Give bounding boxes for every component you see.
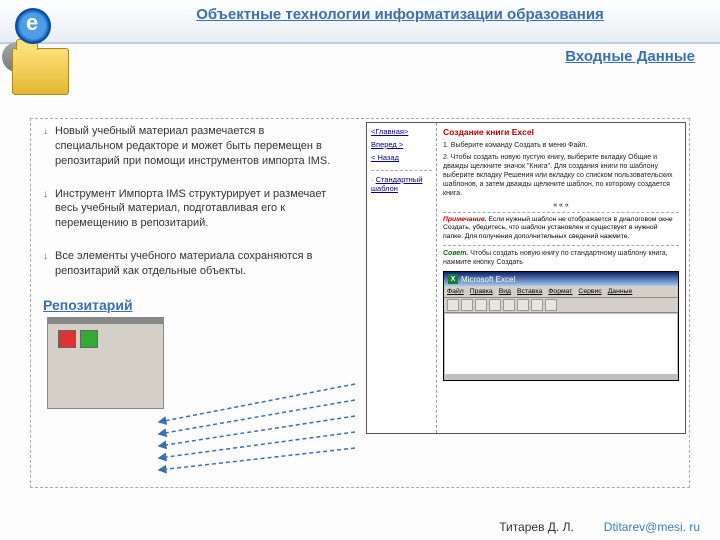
header: Объектные технологии информатизации обра… — [0, 0, 720, 44]
repo-obj-red — [58, 330, 76, 348]
tip-block: Совет. Чтобы создать новую книгу по стан… — [443, 249, 679, 267]
step-2: 2. Чтобы создать новую пустую книгу, выб… — [443, 153, 679, 198]
doc-title: Создание книги Excel — [443, 127, 679, 137]
tb-copy-icon[interactable] — [517, 299, 529, 311]
menu-format[interactable]: Формат — [548, 288, 572, 295]
menu-data[interactable]: Данные — [608, 288, 633, 295]
browser-screenshot: <Главная> Вперед > < Назад · Стандартный… — [366, 122, 686, 434]
nav-forward[interactable]: Вперед > — [371, 140, 432, 149]
excel-window: X Microsoft Excel Файл Правка Вид Вставк… — [443, 271, 679, 381]
author-name: Титарев Д. Л. — [499, 520, 574, 534]
bullet-2: Инструмент Импорта IMS структурирует и р… — [43, 187, 333, 232]
repository-heading: Репозитарий — [43, 297, 333, 313]
tb-undo-icon[interactable] — [545, 299, 557, 311]
footer: Титарев Д. Л. Dtitarev@mesi. ru — [499, 520, 700, 534]
bullet-list: Новый учебный материал размечается в спе… — [43, 124, 333, 409]
content-frame: Новый учебный материал размечается в спе… — [30, 118, 690, 488]
window-titlebar — [48, 318, 163, 324]
folder-icon — [12, 48, 69, 95]
tip-label: Совет. — [443, 250, 468, 257]
tb-new-icon[interactable] — [447, 299, 459, 311]
excel-icon: X — [448, 274, 458, 284]
excel-grid — [445, 314, 677, 374]
tb-print-icon[interactable] — [489, 299, 501, 311]
excel-menubar: Файл Правка Вид Вставка Формат Сервис Да… — [444, 286, 678, 298]
page-title: Объектные технологии информатизации обра… — [90, 6, 710, 23]
doc-body: Создание книги Excel 1. Выберите команду… — [437, 123, 685, 433]
tb-save-icon[interactable] — [475, 299, 487, 311]
bullet-1: Новый учебный материал размечается в спе… — [43, 124, 333, 169]
divider: « « « — [443, 202, 679, 209]
repository-window — [47, 317, 164, 409]
menu-view[interactable]: Вид — [499, 288, 511, 295]
excel-titlebar: X Microsoft Excel — [444, 272, 678, 286]
menu-edit[interactable]: Правка — [470, 288, 493, 295]
excel-app-name: Microsoft Excel — [461, 275, 515, 284]
note-block: Примечание. Если нужный шаблон не отобра… — [443, 212, 679, 246]
tb-paste-icon[interactable] — [531, 299, 543, 311]
menu-file[interactable]: Файл — [447, 288, 464, 295]
step-1: 1. Выберите команду Создать в меню Файл. — [443, 141, 679, 150]
tb-cut-icon[interactable] — [503, 299, 515, 311]
tb-open-icon[interactable] — [461, 299, 473, 311]
author-email: Dtitarev@mesi. ru — [604, 520, 700, 534]
page-subtitle: Входные Данные — [0, 44, 720, 65]
bullet-3: Все элементы учебного материала сохраняю… — [43, 249, 333, 279]
menu-insert[interactable]: Вставка — [517, 288, 542, 295]
nav-home[interactable]: <Главная> — [371, 127, 432, 136]
nav-back[interactable]: < Назад — [371, 153, 432, 162]
note-label: Примечание. — [443, 216, 487, 223]
menu-tools[interactable]: Сервис — [578, 288, 601, 295]
ie-logo-icon — [15, 8, 51, 44]
repo-obj-green — [80, 330, 98, 348]
excel-toolbar — [444, 298, 678, 313]
nav-template: · Стандартный шаблон — [371, 170, 432, 193]
nav-sidebar: <Главная> Вперед > < Назад · Стандартный… — [367, 123, 437, 433]
